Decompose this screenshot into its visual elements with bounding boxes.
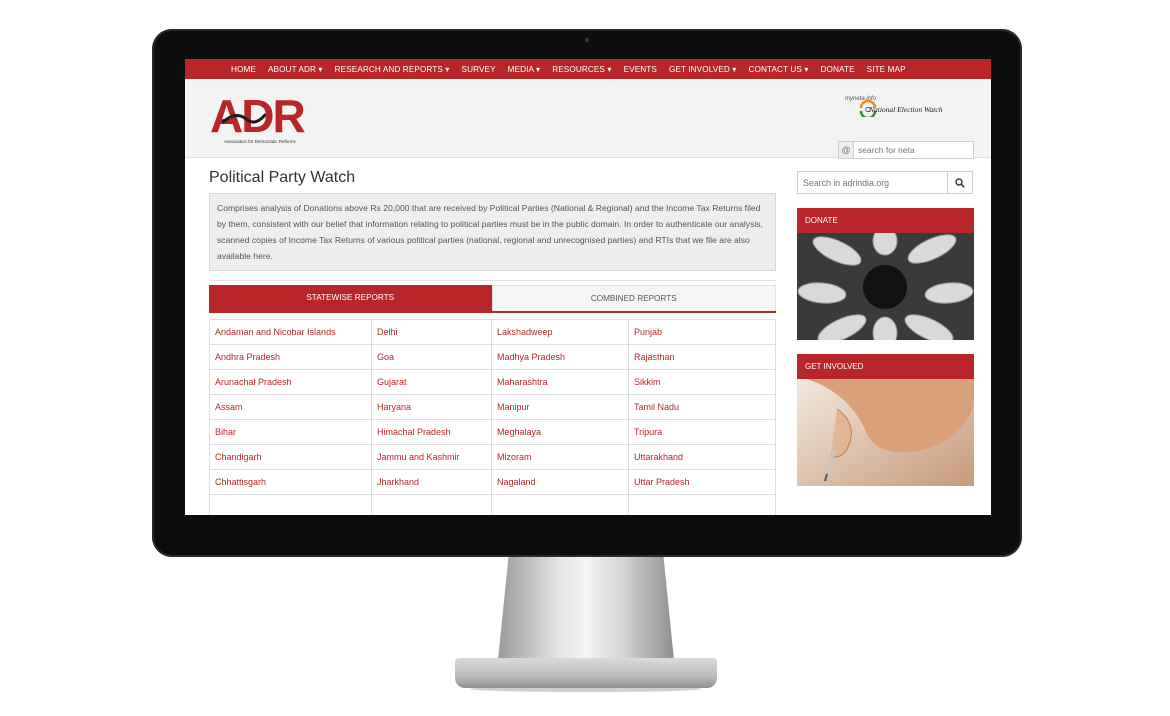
main-navbar: HOME ABOUT ADR ▾ RESEARCH AND REPORTS ▾ … (185, 59, 991, 79)
camera-dot (585, 38, 589, 42)
state-link[interactable]: Uttar Pradesh (628, 469, 776, 495)
state-link[interactable]: Nagaland (491, 469, 629, 495)
nav-home[interactable]: HOME (225, 65, 262, 74)
state-link[interactable]: Jammu and Kashmir (371, 444, 492, 470)
table-row: Arunachal Pradesh Gujarat Maharashtra Sikki… (209, 369, 776, 395)
nav-about-adr[interactable]: ABOUT ADR ▾ (262, 64, 329, 74)
state-link[interactable]: Andaman and Nicobar Islands (209, 319, 372, 345)
donate-widget-title: DONATE (797, 208, 974, 233)
state-link[interactable]: Manipur (491, 394, 629, 420)
state-link[interactable]: Mizoram (491, 444, 629, 470)
table-row: Chhattisgarh Jharkhand Nagaland Uttar Prade… (209, 469, 776, 495)
table-row: Assam Haryana Manipur Tamil Nadu (209, 394, 776, 420)
writing-hand-image (797, 379, 974, 486)
report-tabs: STATEWISE REPORTS COMBINED REPORTS (209, 285, 776, 313)
site-search-button[interactable] (947, 172, 972, 193)
search-icon (955, 177, 965, 188)
state-link (628, 494, 776, 515)
monitor-stand-base (455, 658, 717, 688)
state-link[interactable]: Goa (371, 344, 492, 370)
browser-screen: HOME ABOUT ADR ▾ RESEARCH AND REPORTS ▾ … (185, 59, 991, 515)
nav-donate[interactable]: DONATE (815, 65, 861, 74)
state-link[interactable]: Chandigarh (209, 444, 372, 470)
neta-search-box: @ (838, 141, 974, 159)
state-link[interactable]: Haryana (371, 394, 492, 420)
state-link[interactable]: Punjab (628, 319, 776, 345)
national-election-watch-logo[interactable]: myneta.info National Election Watch (845, 95, 975, 121)
nav-media[interactable]: MEDIA ▾ (502, 64, 547, 74)
state-link[interactable]: Chhattisgarh (209, 469, 372, 495)
neta-search-input[interactable] (854, 142, 973, 158)
nav-events[interactable]: EVENTS (618, 65, 663, 74)
state-link (371, 494, 492, 515)
state-link[interactable]: Jharkhand (371, 469, 492, 495)
table-row: Andhra Pradesh Goa Madhya Pradesh Rajasthan (209, 344, 776, 370)
site-search-box (797, 171, 973, 194)
donate-hands-image (797, 233, 974, 340)
nav-survey[interactable]: SURVEY (456, 65, 502, 74)
state-link[interactable]: Rajasthan (628, 344, 776, 370)
state-link[interactable]: Andhra Pradesh (209, 344, 372, 370)
state-link[interactable]: Arunachal Pradesh (209, 369, 372, 395)
state-link[interactable]: Maharashtra (491, 369, 629, 395)
page-title: Political Party Watch (209, 169, 356, 186)
monitor-stand-neck (498, 556, 674, 660)
table-row: Chandigarh Jammu and Kashmir Mizoram Uttara… (209, 444, 776, 470)
state-link (491, 494, 629, 515)
at-icon: @ (839, 142, 854, 158)
table-row (209, 494, 776, 515)
divider (209, 280, 776, 281)
state-link[interactable]: Tripura (628, 419, 776, 445)
get-involved-widget-title: GET INVOLVED (797, 354, 974, 379)
state-link[interactable]: Gujarat (371, 369, 492, 395)
state-link[interactable]: Madhya Pradesh (491, 344, 629, 370)
state-link[interactable]: Sikkim (628, 369, 776, 395)
nav-resources[interactable]: RESOURCES ▾ (546, 64, 617, 74)
states-table: Andaman and Nicobar Islands Delhi Lakshadw… (209, 319, 776, 515)
nav-contact-us[interactable]: CONTACT US ▾ (742, 64, 814, 74)
state-link[interactable]: Assam (209, 394, 372, 420)
state-link (209, 494, 372, 515)
state-link[interactable]: Bihar (209, 419, 372, 445)
adr-logo-subtitle: Association for Democratic Reforms (224, 139, 296, 144)
get-involved-widget[interactable]: GET INVOLVED (797, 354, 974, 486)
new-logo-text: National Election Watch (869, 105, 943, 114)
nav-research-reports[interactable]: RESEARCH AND REPORTS ▾ (329, 64, 456, 74)
state-link[interactable]: Lakshadweep (491, 319, 629, 345)
state-link[interactable]: Meghalaya (491, 419, 629, 445)
table-row: Andaman and Nicobar Islands Delhi Lakshadw… (209, 319, 776, 345)
nav-site-map[interactable]: SITE MAP (861, 65, 912, 74)
site-search-input[interactable] (798, 172, 947, 193)
state-link[interactable]: Delhi (371, 319, 492, 345)
state-link[interactable]: Uttarakhand (628, 444, 776, 470)
sidebar: DONATE (797, 171, 974, 486)
nav-get-involved[interactable]: GET INVOLVED ▾ (663, 64, 743, 74)
adr-logo[interactable]: ADR Association for Democratic Reforms (210, 93, 325, 145)
table-row: Bihar Himachal Pradesh Meghalaya Tripura (209, 419, 776, 445)
tab-statewise-reports[interactable]: STATEWISE REPORTS (209, 285, 492, 311)
site-header: ADR Association for Democratic Reforms m… (185, 79, 991, 159)
state-link[interactable]: Tamil Nadu (628, 394, 776, 420)
tab-combined-reports[interactable]: COMBINED REPORTS (491, 285, 776, 311)
main-content: Political Party Watch Comprises analysis… (209, 169, 776, 515)
logo-swoosh-icon (222, 113, 266, 124)
donate-widget[interactable]: DONATE (797, 208, 974, 340)
description-box: Comprises analysis of Donations above Rs… (209, 193, 776, 271)
state-link[interactable]: Himachal Pradesh (371, 419, 492, 445)
